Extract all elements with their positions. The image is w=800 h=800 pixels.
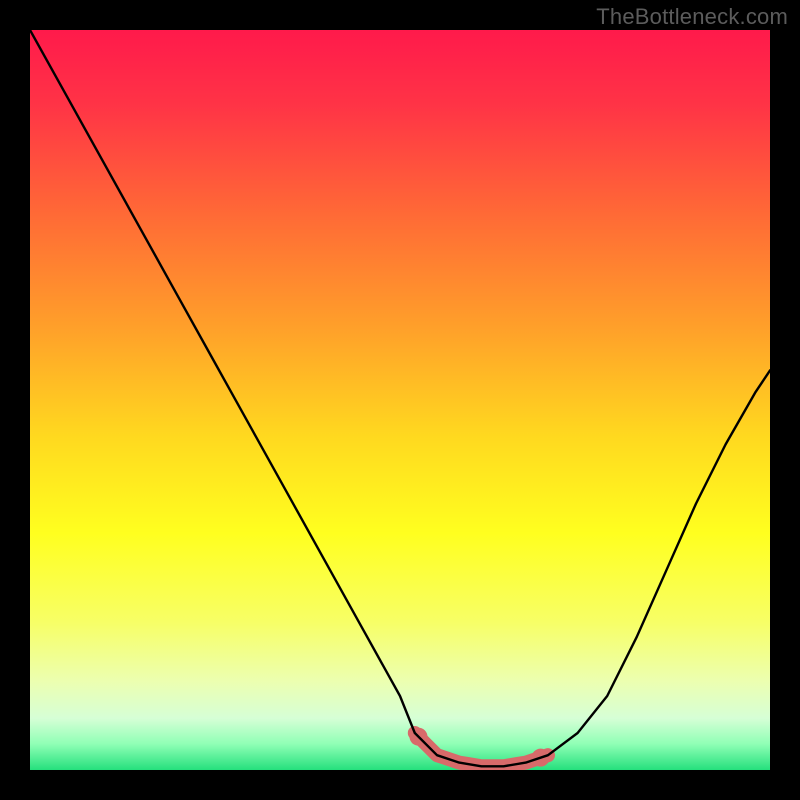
- watermark-text: TheBottleneck.com: [596, 4, 788, 30]
- bottleneck-curve: [30, 30, 770, 766]
- plot-area: [30, 30, 770, 770]
- chart-frame: TheBottleneck.com: [0, 0, 800, 800]
- curve-layer: [30, 30, 770, 770]
